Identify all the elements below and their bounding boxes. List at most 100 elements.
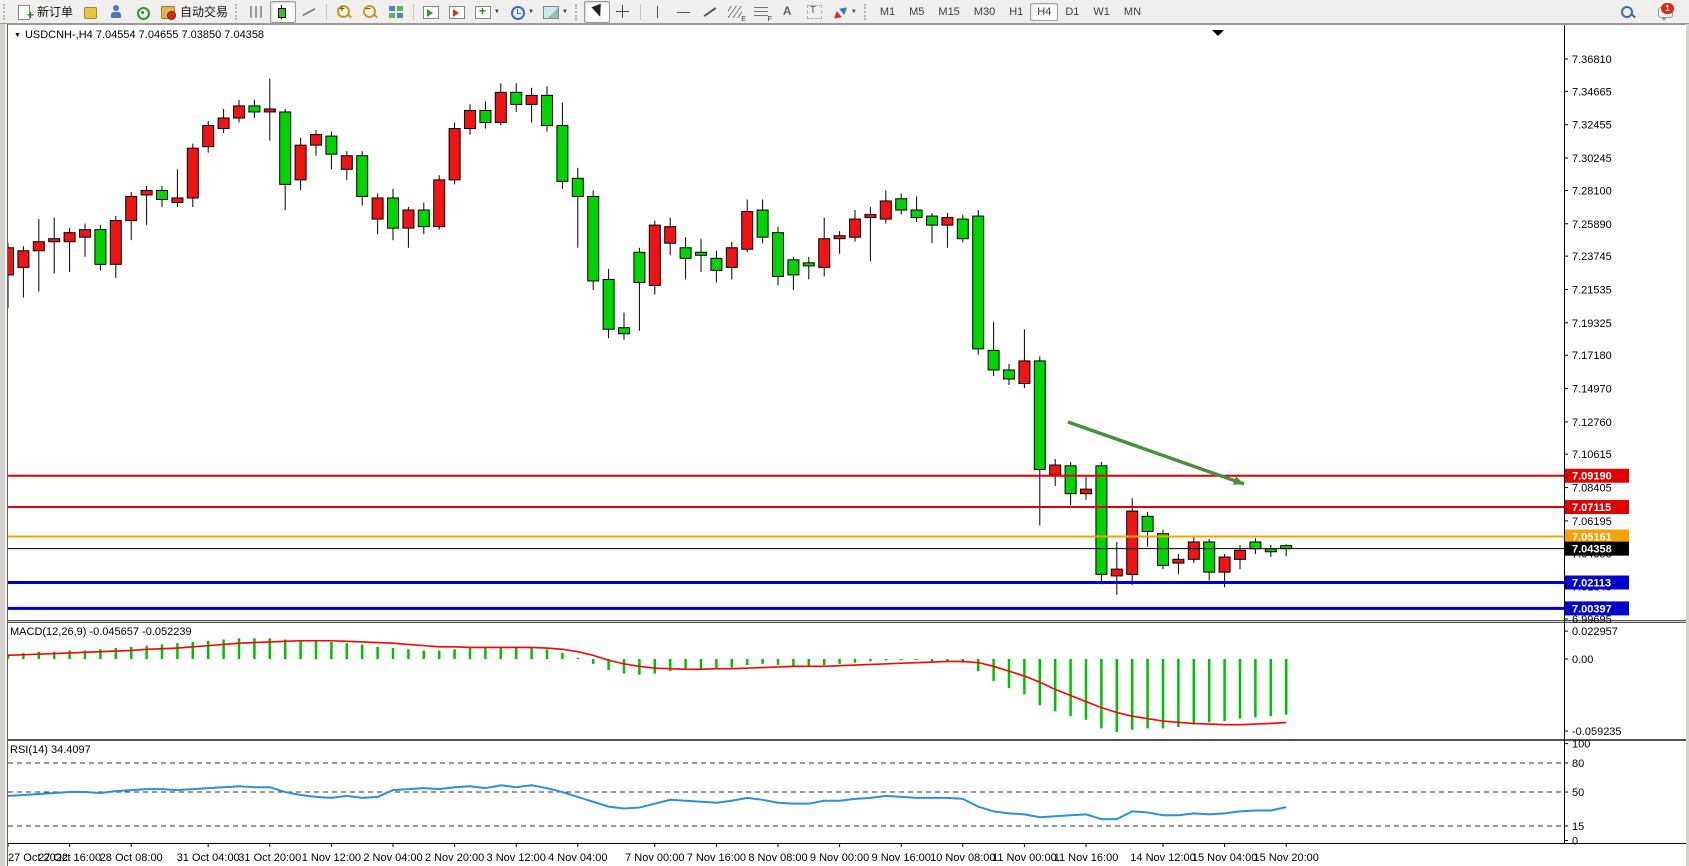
price-chart-canvas[interactable]: 7.368107.346657.324557.302457.281007.258… — [0, 24, 1689, 866]
candle — [557, 126, 568, 182]
time-tick-label: 15 Nov 20:00 — [1253, 852, 1318, 864]
candle — [834, 236, 845, 239]
rsi-axis-label: 80 — [1572, 758, 1584, 770]
text-label-button[interactable] — [801, 1, 827, 23]
chart-shift-button[interactable] — [444, 1, 470, 23]
tab-m30[interactable]: M30 — [967, 3, 1002, 21]
candle — [249, 106, 260, 112]
zoom-in-icon: + — [335, 4, 353, 20]
macd-axis-label: 0.022957 — [1572, 626, 1618, 638]
trendline-icon — [701, 4, 719, 20]
tab-m15[interactable]: M15 — [931, 3, 966, 21]
tab-h1[interactable]: H1 — [1002, 3, 1030, 21]
candle — [1034, 361, 1045, 470]
candle — [49, 239, 60, 242]
trend-arrow[interactable] — [1068, 422, 1244, 484]
candle — [619, 328, 630, 334]
chart-window[interactable]: 7.368107.346657.324557.302457.281007.258… — [0, 24, 1689, 866]
candle — [326, 136, 337, 154]
bar-chart-button[interactable] — [244, 1, 270, 23]
tab-h4[interactable]: H4 — [1030, 3, 1058, 21]
zoom-in-button[interactable]: + — [331, 1, 357, 23]
trend-arrowhead-icon — [1233, 476, 1244, 484]
text-button[interactable] — [775, 1, 801, 23]
time-tick-label: 1 Nov 12:00 — [302, 852, 361, 864]
zoom-out-button[interactable]: − — [357, 1, 383, 23]
candlestick-chart-button[interactable] — [270, 1, 296, 23]
chevron-down-icon: ▼ — [851, 9, 857, 15]
candle — [988, 350, 999, 370]
vertical-line-button[interactable] — [645, 1, 671, 23]
time-tick-label: 14 Nov 12:00 — [1130, 852, 1195, 864]
candle — [234, 106, 245, 118]
bar-chart-icon — [248, 4, 266, 20]
toolbar-grip[interactable] — [575, 4, 580, 20]
chart-shift-triangle-icon[interactable] — [1212, 30, 1224, 36]
chart-shift-icon — [448, 4, 466, 20]
autotrade-button[interactable]: 自动交易 — [155, 1, 232, 23]
toolbar-grip[interactable] — [3, 4, 8, 20]
candle — [1142, 516, 1153, 531]
candle — [187, 148, 198, 198]
time-tick-label: 31 Oct 04:00 — [177, 852, 240, 864]
periods-button[interactable]: ▼ — [504, 1, 538, 23]
crosshair-button[interactable] — [610, 1, 636, 23]
template-icon — [542, 4, 560, 20]
candle — [1235, 550, 1246, 559]
candle — [803, 263, 814, 266]
search-button[interactable] — [1615, 1, 1641, 23]
candle — [203, 126, 214, 147]
tab-w1[interactable]: W1 — [1086, 3, 1117, 21]
candle — [126, 196, 137, 220]
candle — [819, 239, 830, 268]
candle — [880, 201, 891, 219]
tile-windows-button[interactable] — [383, 1, 409, 23]
line-chart-button[interactable] — [296, 1, 322, 23]
tab-m5[interactable]: M5 — [902, 3, 931, 21]
channel-button[interactable] — [723, 1, 749, 23]
candle — [1050, 465, 1061, 475]
candle — [542, 95, 553, 125]
cursor-button[interactable] — [584, 1, 610, 23]
candle — [1065, 466, 1076, 494]
candle — [665, 227, 676, 244]
candle — [33, 242, 44, 251]
line-chart-icon — [300, 4, 318, 20]
time-tick-label: 31 Oct 20:00 — [238, 852, 301, 864]
price-tick-label: 7.36810 — [1572, 54, 1612, 66]
profile-button[interactable] — [103, 1, 129, 23]
collapse-triangle-icon[interactable]: ▼ — [14, 32, 21, 39]
new-chart-button[interactable]: ▼ — [470, 1, 504, 23]
price-tick-label: 7.34665 — [1572, 86, 1612, 98]
price-tick-label: 7.17180 — [1572, 350, 1612, 362]
tab-mn[interactable]: MN — [1117, 3, 1148, 21]
chat-button[interactable]: 1 — [1641, 1, 1679, 23]
toolbar-grip[interactable] — [864, 4, 869, 20]
candle — [295, 145, 306, 180]
price-tick-label: 7.12760 — [1572, 417, 1612, 429]
candle — [850, 219, 861, 237]
candle — [957, 219, 968, 239]
candle — [603, 279, 614, 329]
market-watch-button[interactable] — [77, 1, 103, 23]
auto-scroll-button[interactable] — [418, 1, 444, 23]
tab-d1[interactable]: D1 — [1058, 3, 1086, 21]
candle — [449, 129, 460, 180]
tab-m1[interactable]: M1 — [873, 3, 902, 21]
templates-button[interactable]: ▼ — [538, 1, 572, 23]
trendline-button[interactable] — [697, 1, 723, 23]
signals-button[interactable] — [129, 1, 155, 23]
new-order-button[interactable]: 新订单 — [12, 1, 77, 23]
time-tick-label: 11 Nov 16:00 — [1054, 852, 1119, 864]
signal-icon — [133, 4, 151, 20]
price-tick-label: 7.14970 — [1572, 384, 1612, 396]
toolbar-grip[interactable] — [235, 4, 240, 20]
arrows-button[interactable]: ▼ — [827, 1, 861, 23]
zoom-out-icon: − — [361, 4, 379, 20]
candle — [896, 199, 907, 210]
fibonacci-button[interactable] — [749, 1, 775, 23]
horizontal-line-button[interactable] — [671, 1, 697, 23]
price-tick-label: 7.32455 — [1572, 120, 1612, 132]
candle — [1096, 466, 1107, 575]
crosshair-icon — [614, 4, 632, 20]
